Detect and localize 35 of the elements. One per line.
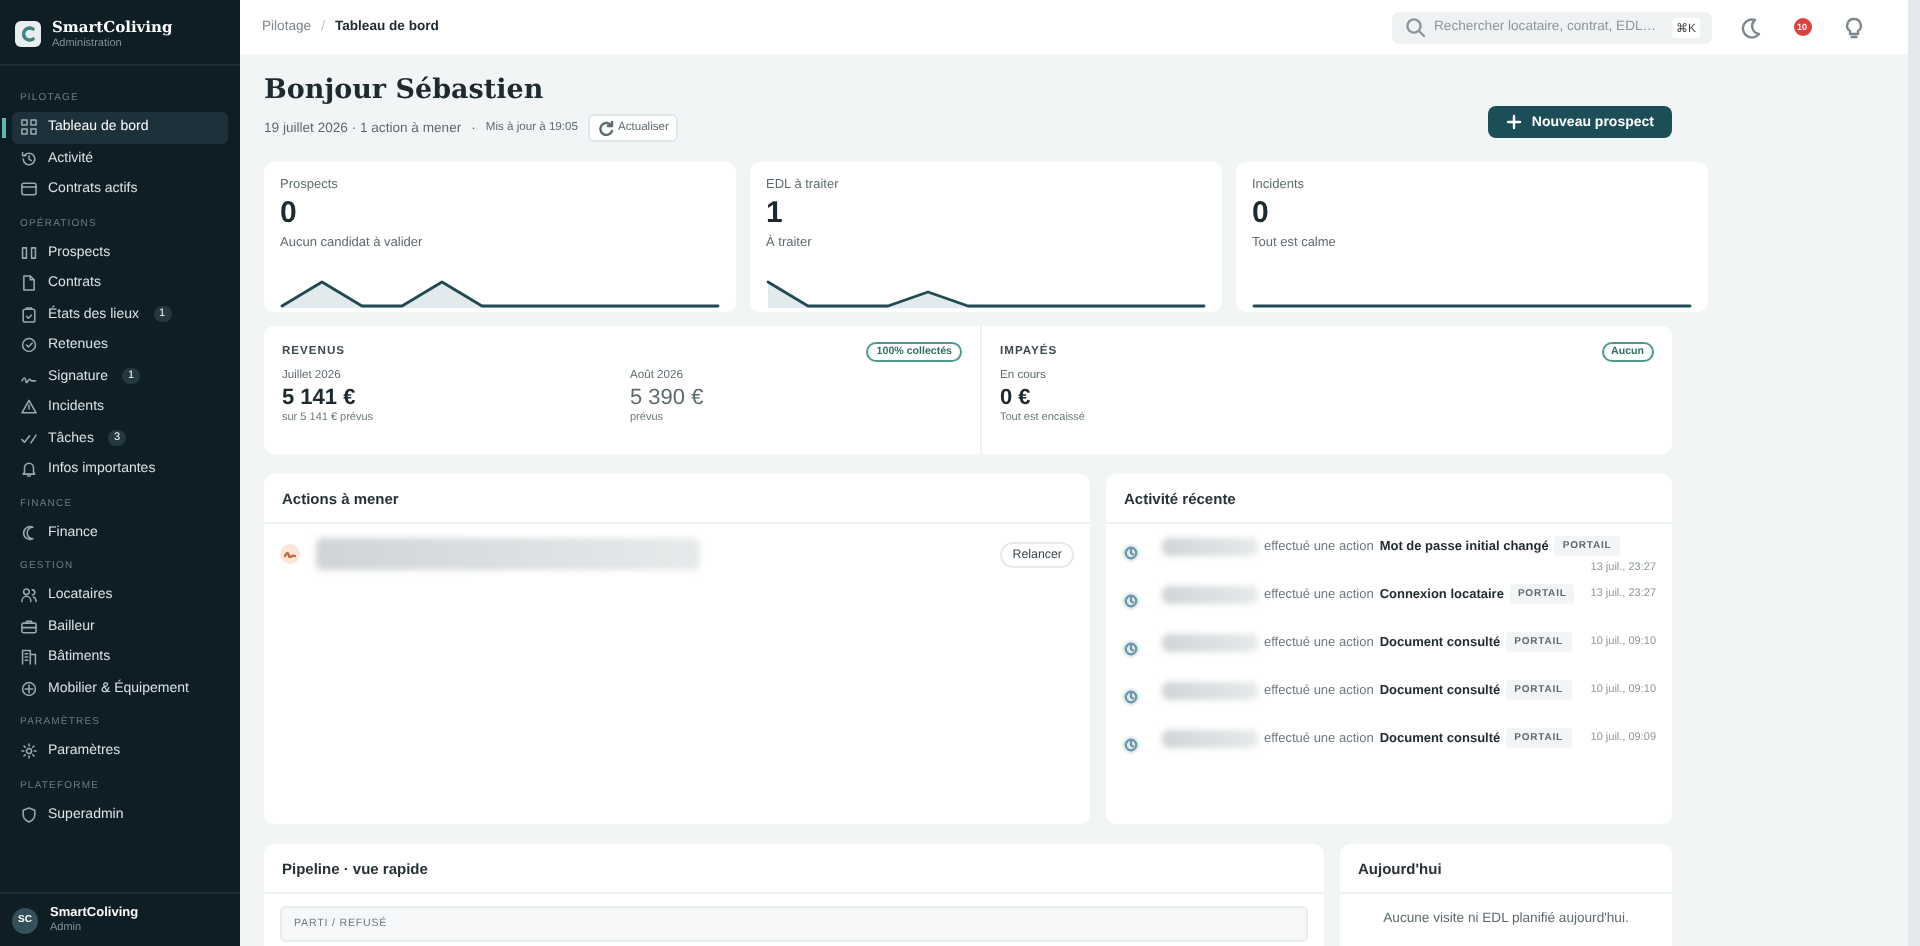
warning-icon bbox=[20, 398, 38, 417]
card-icon bbox=[20, 180, 38, 199]
page-title: Bonjour Sébastien bbox=[264, 74, 546, 106]
stat-value: 0 bbox=[280, 196, 299, 230]
bell-icon bbox=[20, 460, 38, 479]
redacted-text bbox=[1162, 585, 1258, 603]
squiggle-icon bbox=[284, 550, 296, 558]
stat-value: 0 bbox=[1252, 196, 1271, 230]
gear-icon bbox=[20, 742, 38, 761]
users-icon bbox=[20, 586, 38, 605]
checklist-icon bbox=[20, 429, 38, 448]
redacted-text bbox=[1162, 633, 1258, 651]
stat-value: 1 bbox=[766, 196, 785, 230]
logo-icon bbox=[14, 20, 42, 48]
plus-icon bbox=[1505, 114, 1522, 130]
amount: 0 € bbox=[1000, 386, 1033, 410]
tips-button[interactable] bbox=[1840, 13, 1868, 41]
redacted-text bbox=[1162, 729, 1258, 747]
search-icon bbox=[1404, 16, 1426, 38]
grid-icon bbox=[20, 118, 38, 137]
kanban-icon bbox=[20, 243, 38, 262]
theme-toggle-button[interactable] bbox=[1736, 13, 1764, 41]
lightbulb-icon bbox=[1842, 15, 1866, 39]
amount: 5 141 € bbox=[282, 386, 358, 410]
document-icon bbox=[20, 274, 38, 293]
clipboard-icon bbox=[20, 305, 38, 324]
briefcase-icon bbox=[20, 617, 38, 636]
redacted-text bbox=[1162, 681, 1258, 699]
amount: 5 390 € bbox=[630, 386, 706, 410]
refresh-icon bbox=[597, 120, 614, 136]
moon-icon bbox=[20, 523, 38, 542]
history-icon bbox=[20, 149, 38, 168]
redacted-text bbox=[1162, 537, 1258, 555]
building-icon bbox=[20, 648, 38, 667]
moon-icon bbox=[1738, 15, 1762, 39]
